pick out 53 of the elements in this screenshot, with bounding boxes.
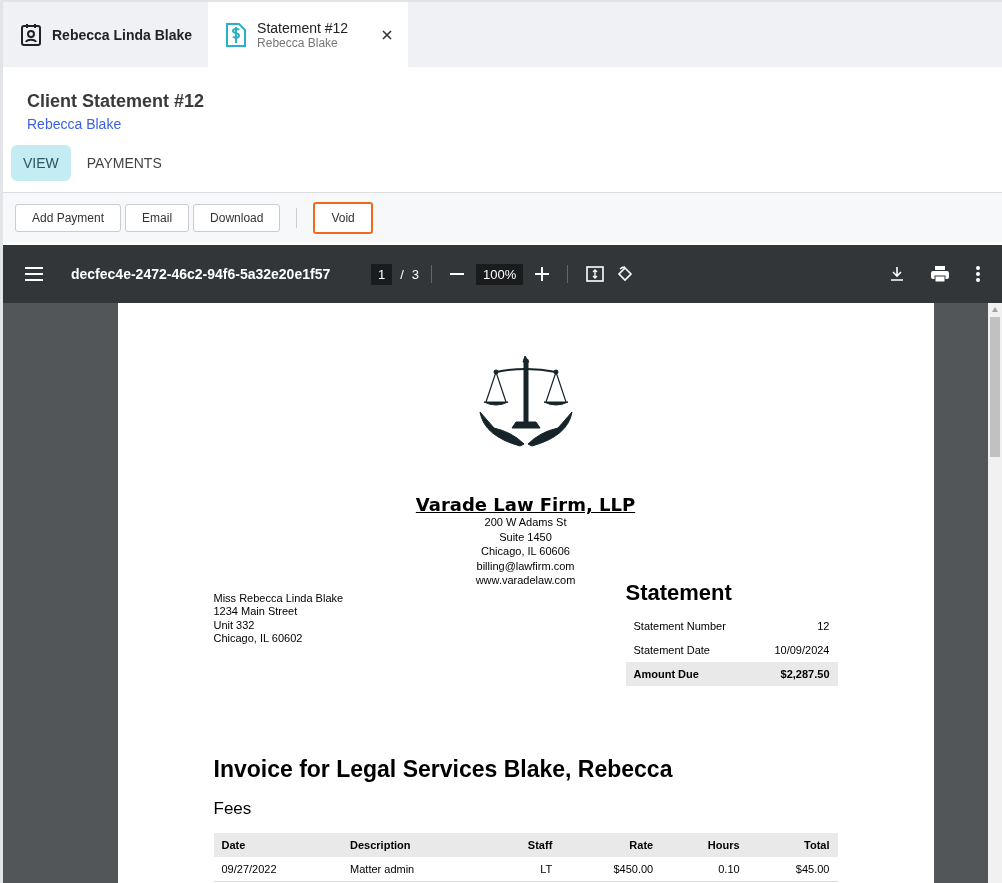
tab-subtitle: Rebecca Blake — [257, 35, 339, 50]
page-number-field[interactable]: 1 — [371, 263, 393, 285]
column-header: Rate — [560, 832, 662, 857]
file-name: decfec4e-2472-46c2-94f6-5a32e20e1f57 — [71, 266, 332, 282]
statement-value: $2,287.50 — [780, 667, 830, 680]
tab-title: Rebecca Linda Blake — [52, 26, 193, 43]
action-button[interactable]: Download — [193, 204, 281, 232]
table-cell: Matter admin — [342, 856, 488, 881]
client-address-line: Miss Rebecca Linda Blake — [213, 591, 344, 606]
section-heading: Fees — [213, 798, 253, 819]
action-button[interactable]: Void — [313, 202, 373, 234]
statement-label: Statement Number — [633, 619, 726, 632]
scrollbar[interactable] — [988, 303, 1002, 883]
page-count: 3 — [411, 266, 420, 282]
column-header: Staff — [487, 832, 561, 857]
contact-card-icon — [20, 22, 42, 47]
client-link[interactable]: Rebecca Blake — [27, 116, 122, 132]
table-cell: 0.10 — [661, 856, 748, 881]
page-separator: / — [400, 266, 404, 282]
client-address-line: Unit 332 — [213, 618, 256, 633]
invoice-title: Invoice for Legal Services Blake, Rebecca — [213, 755, 674, 783]
view-tab[interactable]: PAYMENTS — [74, 145, 174, 181]
document-tab[interactable]: Rebecca Linda Blake — [3, 2, 209, 67]
firm-address-line: www.varadelaw.com — [474, 573, 577, 588]
firm-address-line: 200 W Adams St — [483, 515, 568, 530]
client-address-line: 1234 Main Street — [213, 605, 299, 619]
zoom-field[interactable]: 100% — [476, 263, 524, 285]
table-cell: $45.00 — [747, 856, 838, 881]
statement-title: Statement — [625, 579, 733, 606]
action-button[interactable]: Add Payment — [15, 204, 122, 232]
table-cell: 09/27/2022 — [213, 856, 343, 881]
table-cell: LT — [487, 856, 561, 881]
document-tab[interactable]: Statement #12 Rebecca Blake — [208, 2, 409, 67]
statement-value: 10/09/2024 — [774, 643, 830, 656]
firm-address-line: billing@lawfirm.com — [475, 558, 576, 573]
statement-value: 12 — [817, 619, 830, 632]
view-tab[interactable]: VIEW — [11, 145, 71, 181]
scroll-thumb[interactable] — [990, 317, 1000, 457]
column-header: Description — [342, 832, 488, 857]
action-button[interactable]: Email — [125, 204, 190, 232]
firm-address-line: Chicago, IL 60606 — [480, 544, 571, 559]
statement-label: Statement Date — [633, 643, 710, 656]
tab-title: Statement #12 — [257, 19, 350, 36]
dollar-document-icon — [225, 21, 248, 48]
column-header: Hours — [661, 832, 748, 857]
statement-label: Amount Due — [633, 667, 699, 680]
column-header: Date — [213, 832, 343, 857]
client-address-line: Chicago, IL 60602 — [213, 632, 304, 646]
column-header: Total — [747, 832, 838, 857]
table-cell: $450.00 — [560, 856, 662, 881]
firm-name: Varade Law Firm, LLP — [414, 494, 637, 515]
firm-address-line: Suite 1450 — [498, 529, 553, 544]
page-title: Client Statement #12 — [27, 91, 206, 112]
